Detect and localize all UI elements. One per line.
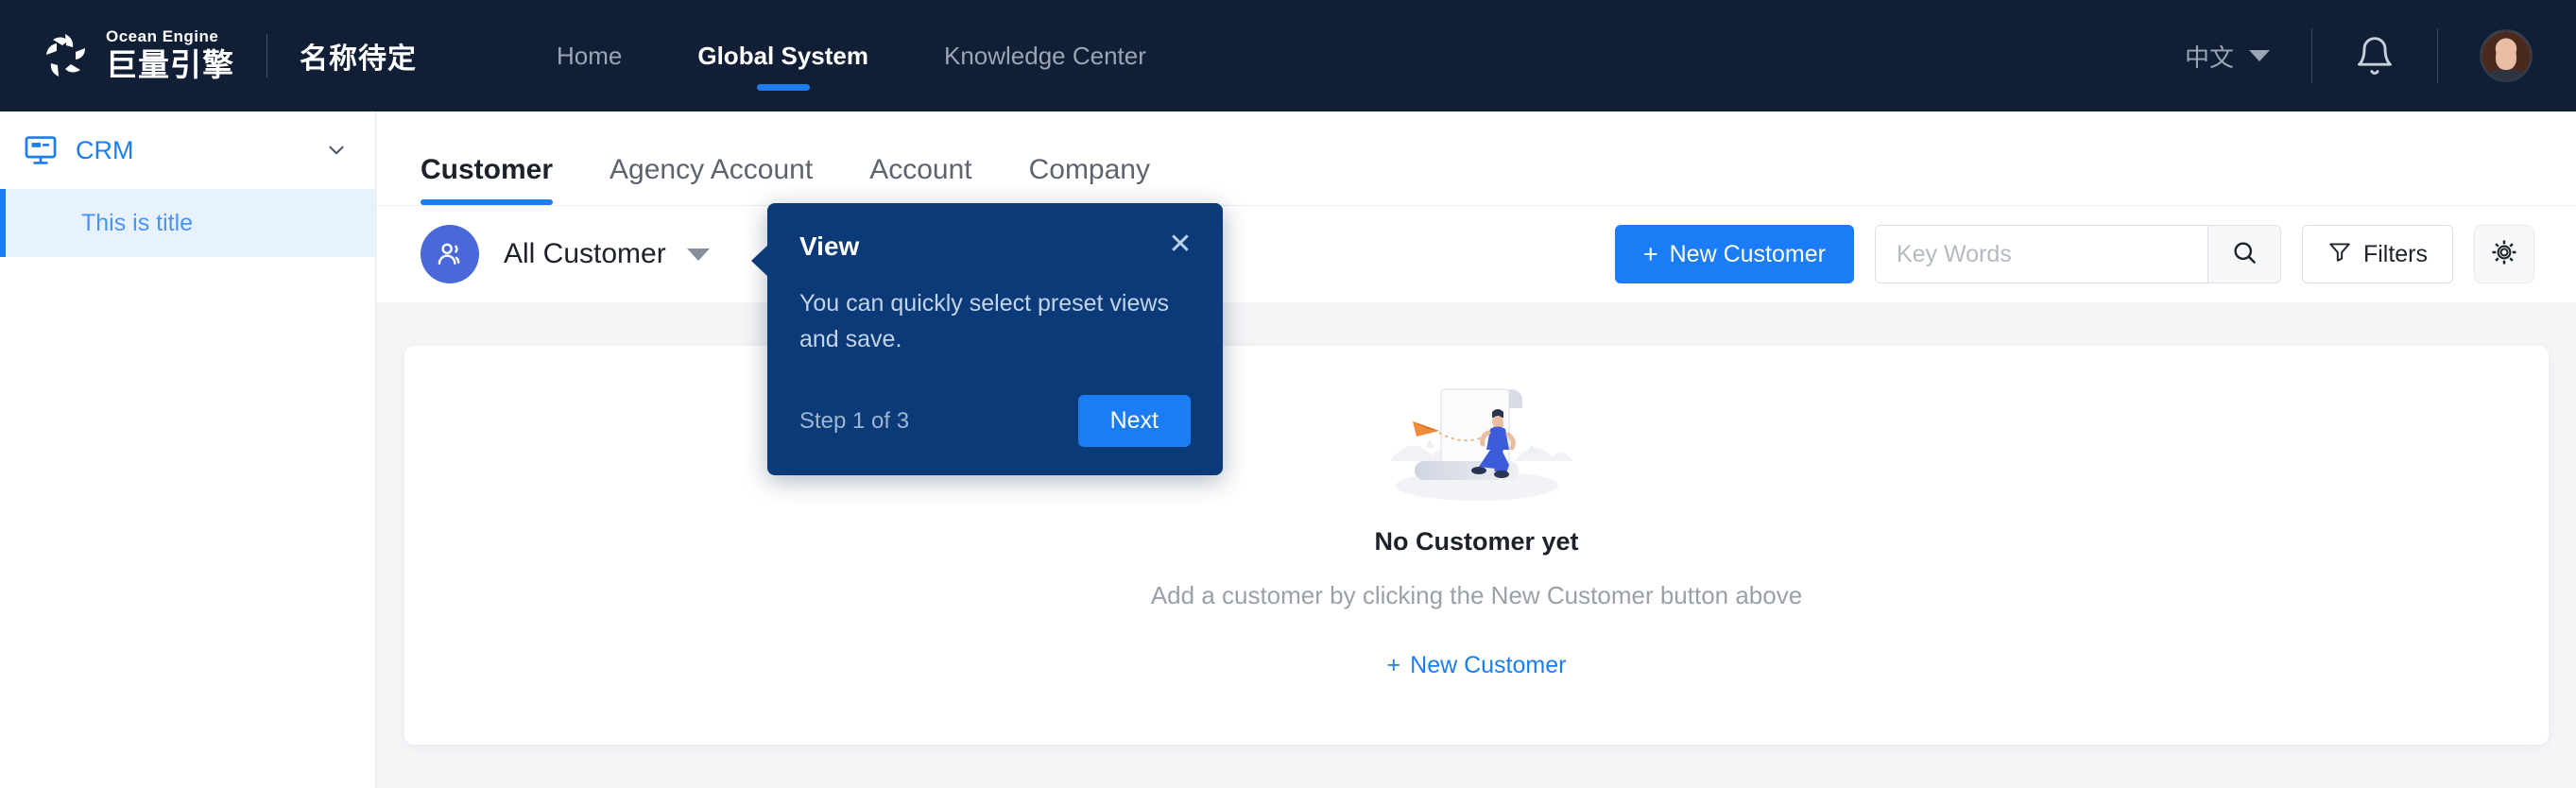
plus-icon: + xyxy=(1386,652,1401,678)
tooltip-footer: Step 1 of 3 Next xyxy=(799,395,1191,447)
nav-item-global-system[interactable]: Global System xyxy=(660,0,906,111)
main-content: Customer Agency Account Account Company … xyxy=(377,111,2576,788)
tab-account[interactable]: Account xyxy=(841,154,1000,205)
tooltip-next-button[interactable]: Next xyxy=(1077,395,1191,447)
sidebar-item-this-is-title[interactable]: This is title xyxy=(0,189,375,257)
sidebar-group-crm[interactable]: CRM xyxy=(0,111,375,189)
close-icon[interactable]: ✕ xyxy=(1166,231,1194,260)
monitor-icon xyxy=(23,132,59,168)
empty-state-description: Add a customer by clicking the New Custo… xyxy=(1150,581,1803,609)
tooltip-body: You can quickly select preset views and … xyxy=(799,290,1169,352)
empty-state-title: No Customer yet xyxy=(1374,527,1579,556)
plus-icon: + xyxy=(1642,239,1658,268)
header-actions: 中文 xyxy=(2185,0,2576,111)
users-icon xyxy=(421,225,479,283)
nav-item-knowledge-center[interactable]: Knowledge Center xyxy=(906,0,1184,111)
brand-divider xyxy=(266,34,267,77)
empty-state-illustration xyxy=(1373,363,1581,514)
language-label: 中文 xyxy=(2184,43,2234,72)
brand-name-cn: 巨量引擎 xyxy=(106,47,234,83)
content-toolbar: All Customer + New Customer Key Words Fi… xyxy=(377,206,2576,302)
bell-icon[interactable] xyxy=(2354,35,2396,77)
filters-button[interactable]: Filters xyxy=(2301,225,2453,283)
primary-navigation: Home Global System Knowledge Center xyxy=(519,0,1184,111)
sidebar: CRM This is title xyxy=(0,111,376,788)
gear-icon xyxy=(2490,238,2518,271)
avatar-face xyxy=(2495,43,2517,70)
avatar-body xyxy=(2488,69,2524,80)
new-customer-label: New Customer xyxy=(1669,240,1826,267)
search-input[interactable] xyxy=(1874,225,2207,283)
tab-bar: Customer Agency Account Account Company xyxy=(377,111,2576,206)
header-divider-1 xyxy=(2311,28,2312,83)
ocean-engine-logo-icon xyxy=(40,29,93,82)
header-divider-2 xyxy=(2437,28,2438,83)
search-button[interactable] xyxy=(2207,225,2281,283)
tooltip-title: View xyxy=(799,231,860,261)
empty-state-link-label: New Customer xyxy=(1410,652,1567,678)
top-header: Ocean Engine 巨量引擎 名称待定 Home Global Syste… xyxy=(0,0,2576,111)
language-switcher[interactable]: 中文 xyxy=(2185,39,2270,74)
tab-customer[interactable]: Customer xyxy=(421,154,581,205)
empty-state-new-customer-link[interactable]: + New Customer xyxy=(1387,652,1567,679)
search-group xyxy=(1874,225,2281,283)
onboarding-tooltip: View ✕ You can quickly select preset vie… xyxy=(751,203,1223,475)
tab-agency-account[interactable]: Agency Account xyxy=(581,154,841,205)
tooltip-step-counter: Step 1 of 3 xyxy=(799,407,910,434)
toolbar-actions: + New Customer Key Words Filters xyxy=(1614,225,2534,283)
view-selector[interactable]: All Customer xyxy=(421,225,710,283)
caret-down-icon xyxy=(686,248,710,261)
funnel-icon xyxy=(2327,239,2352,270)
chevron-down-icon[interactable] xyxy=(324,138,349,163)
avatar[interactable] xyxy=(2480,29,2533,82)
empty-state-card: No Customer yet Add a customer by clicki… xyxy=(404,346,2549,745)
sidebar-item-label: This is title xyxy=(81,209,194,236)
brand-logo[interactable]: Ocean Engine 巨量引擎 xyxy=(0,26,234,84)
product-name: 名称待定 xyxy=(300,43,417,75)
search-icon xyxy=(2230,238,2258,271)
filters-label: Filters xyxy=(2362,240,2428,267)
brand-name-en: Ocean Engine xyxy=(106,26,219,45)
new-customer-button[interactable]: + New Customer xyxy=(1614,225,1854,283)
brand-wordmark: Ocean Engine 巨量引擎 xyxy=(106,26,234,84)
settings-button[interactable] xyxy=(2474,225,2534,283)
tab-company[interactable]: Company xyxy=(1001,154,1178,205)
chevron-down-icon xyxy=(2249,50,2270,61)
nav-item-home[interactable]: Home xyxy=(519,0,660,111)
view-selector-label: All Customer xyxy=(504,238,666,269)
sidebar-group-label: CRM xyxy=(76,135,134,164)
